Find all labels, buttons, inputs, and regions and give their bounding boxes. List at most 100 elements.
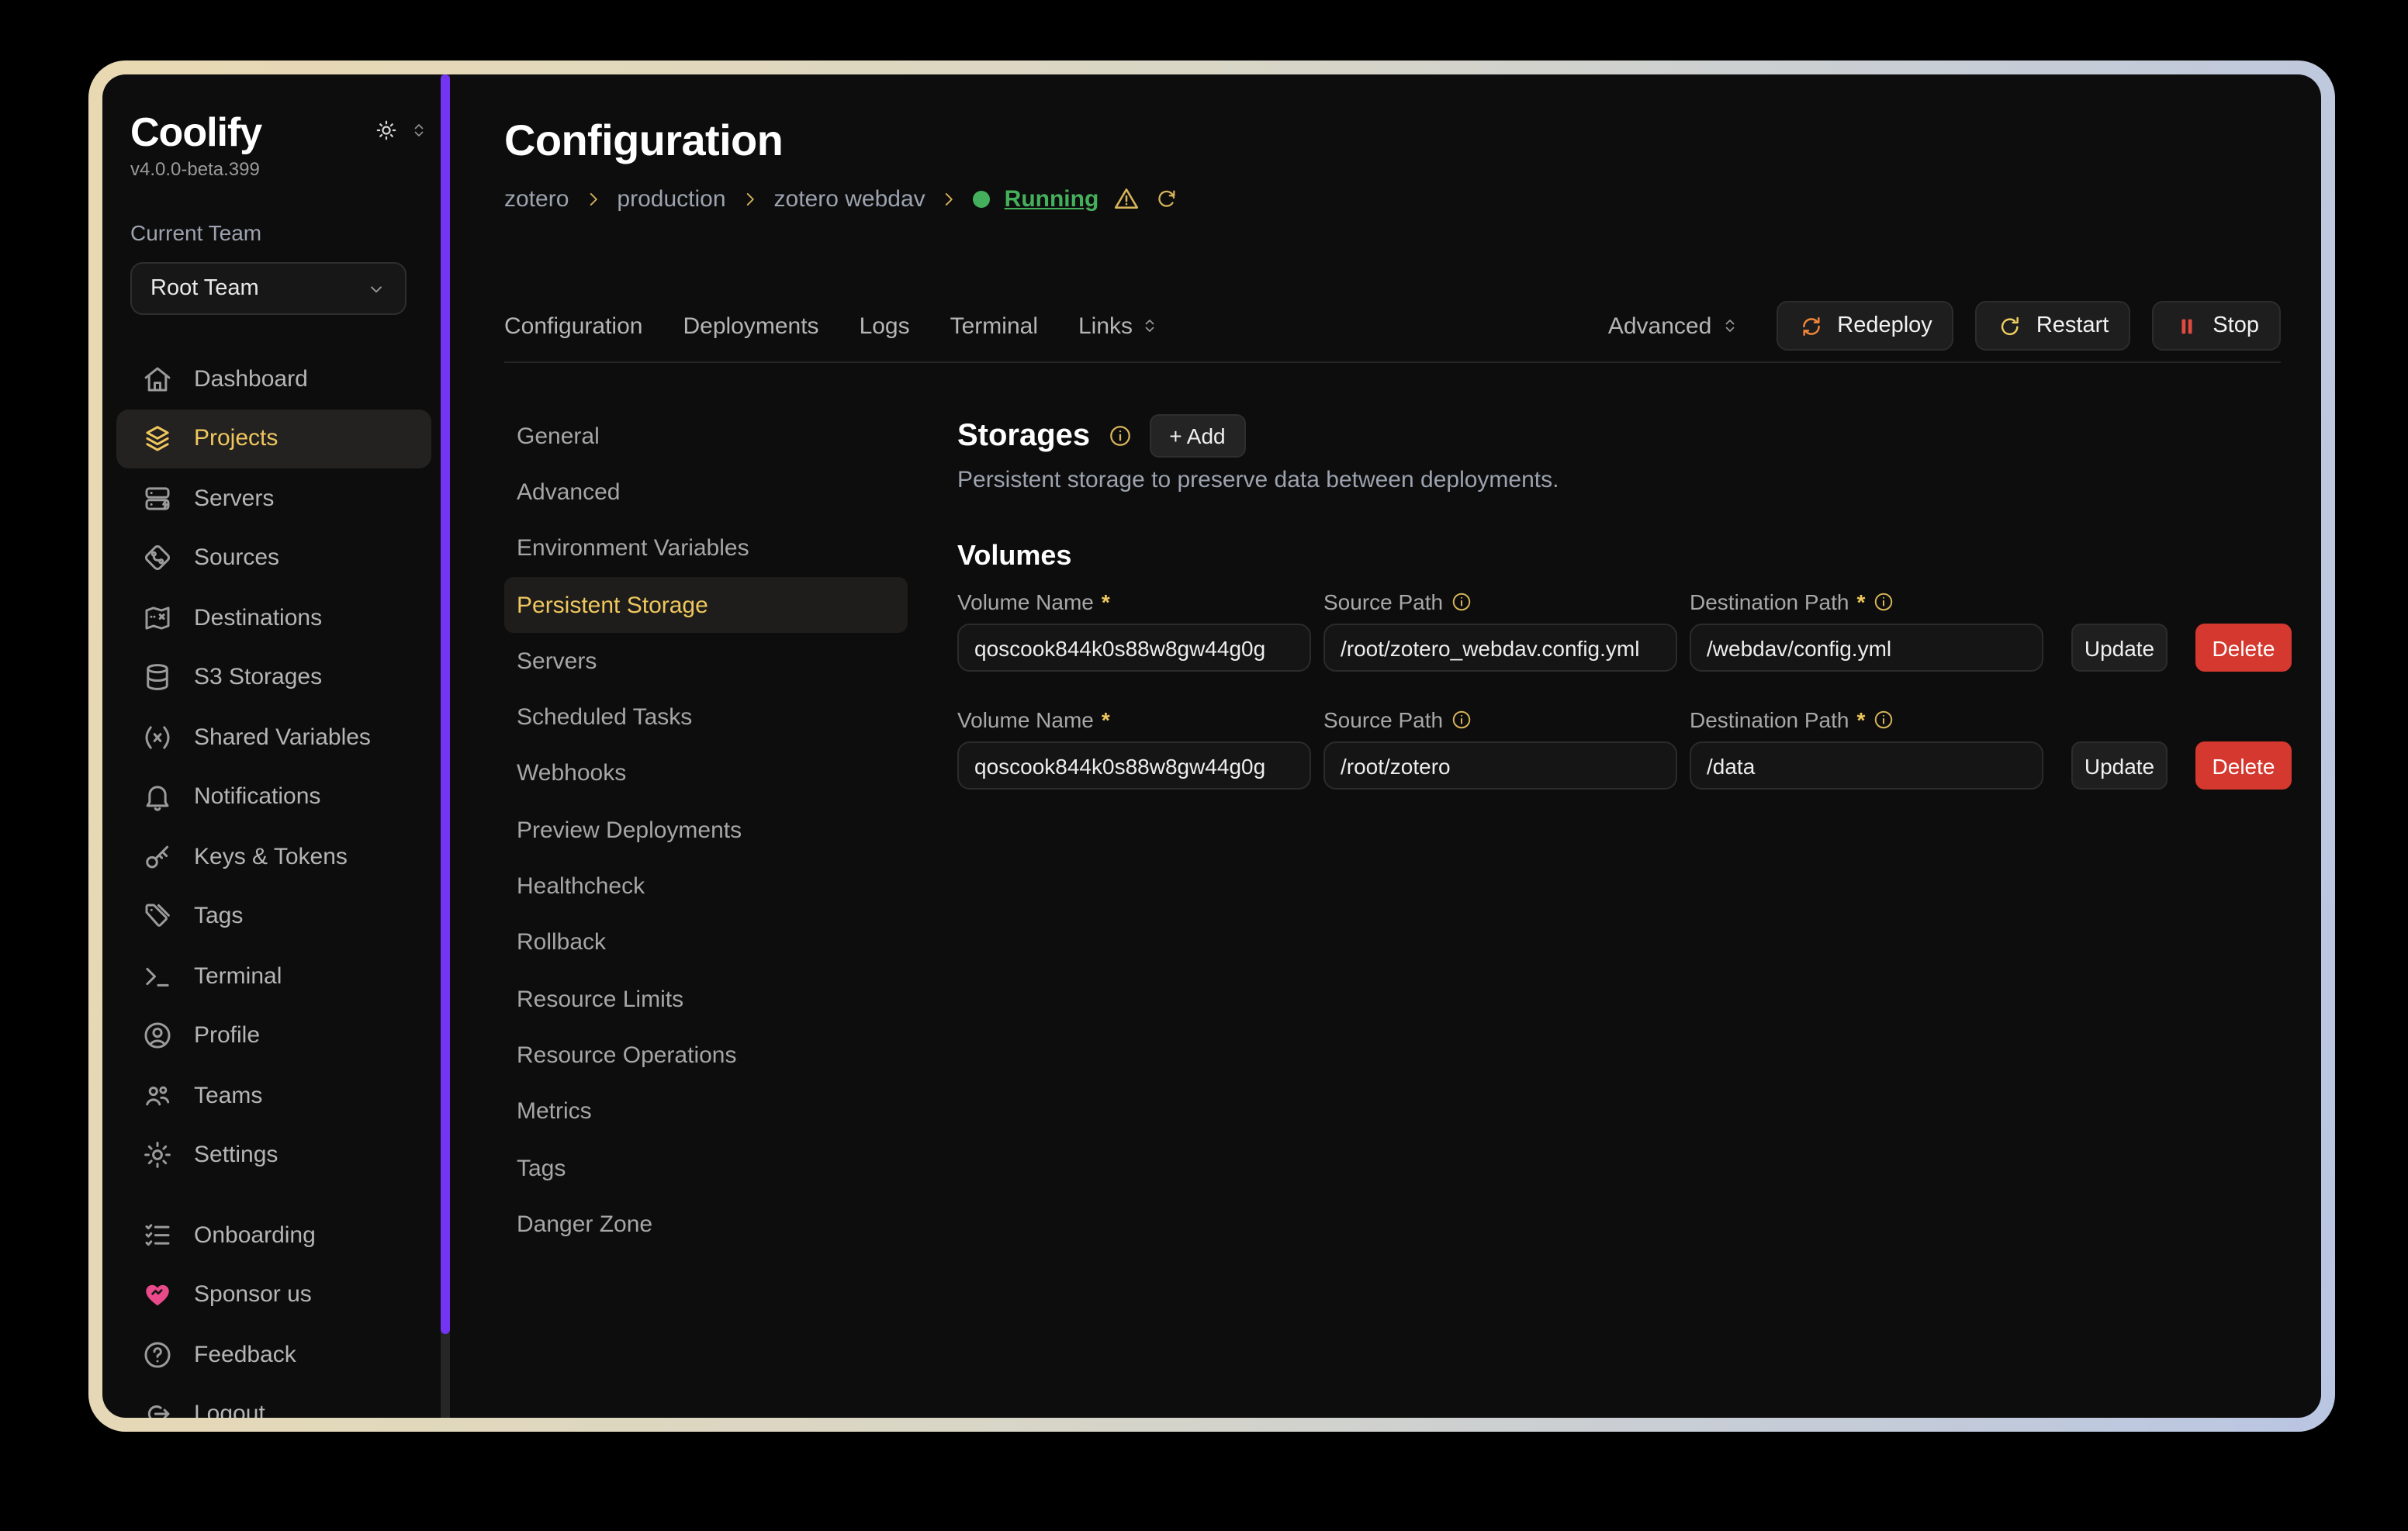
subnav-item-healthcheck[interactable]: Healthcheck	[504, 859, 908, 915]
info-icon[interactable]	[1873, 591, 1894, 613]
redeploy-button[interactable]: Redeploy	[1777, 301, 1954, 351]
caret-updown-icon	[1721, 316, 1739, 335]
sidebar-item-feedback[interactable]: Feedback	[116, 1325, 431, 1384]
tab-configuration[interactable]: Configuration	[504, 313, 642, 339]
sources-icon	[141, 542, 174, 575]
team-select[interactable]: Root Team	[130, 262, 407, 315]
subnav-item-servers[interactable]: Servers	[504, 633, 908, 689]
subnav-item-rollback[interactable]: Rollback	[504, 914, 908, 971]
destination-path-field: Destination Path*	[1690, 706, 2043, 790]
tab-deployments[interactable]: Deployments	[683, 313, 818, 339]
volume-row: Volume Name*Source PathDestination Path*…	[957, 706, 2281, 790]
breadcrumb-item[interactable]: zotero webdav	[774, 185, 925, 212]
sidebar-item-label: Keys & Tokens	[194, 844, 348, 870]
required-asterisk: *	[1102, 589, 1110, 614]
profile-icon	[141, 1020, 174, 1052]
subnav-item-environment-variables[interactable]: Environment Variables	[504, 520, 908, 577]
info-icon[interactable]	[1451, 709, 1472, 731]
info-icon[interactable]	[1107, 423, 1132, 448]
storage-section: Storages + Add Persistent storage to pre…	[957, 408, 2281, 790]
sidebar-item-shared-variables[interactable]: Shared Variables	[116, 707, 431, 767]
subnav-item-metrics[interactable]: Metrics	[504, 1083, 908, 1140]
volume-row: Volume Name*Source PathDestination Path*…	[957, 588, 2281, 672]
sidebar-item-sources[interactable]: Sources	[116, 528, 431, 588]
chevron-right-icon	[583, 188, 603, 209]
team-select-value: Root Team	[150, 276, 259, 301]
sidebar-item-servers[interactable]: Servers	[116, 468, 431, 528]
status-running-link[interactable]: Running	[1005, 185, 1099, 212]
restart-button[interactable]: Restart	[1976, 301, 2131, 351]
bell-icon	[141, 781, 174, 814]
delete-volume-button[interactable]: Delete	[2195, 741, 2292, 790]
breadcrumb: zotero production zotero webdav Running	[504, 183, 2281, 214]
s3-icon	[141, 662, 174, 694]
volume-name-field: Volume Name *	[957, 588, 1311, 672]
subnav-item-resource-limits[interactable]: Resource Limits	[504, 971, 908, 1028]
subnav-item-danger-zone[interactable]: Danger Zone	[504, 1196, 908, 1253]
desktop: Coolify v4.0.0-beta.399 Current Team Roo…	[0, 0, 2408, 1531]
sidebar-item-projects[interactable]: Projects	[116, 409, 431, 468]
sidebar: Coolify v4.0.0-beta.399 Current Team Roo…	[102, 74, 450, 1418]
sidebar-item-teams[interactable]: Teams	[116, 1066, 431, 1125]
subnav-item-general[interactable]: General	[504, 408, 908, 465]
sidebar-scrollbar-track[interactable]	[441, 74, 450, 1418]
subnav-item-tags[interactable]: Tags	[504, 1140, 908, 1197]
sidebar-item-s3-storages[interactable]: S3 Storages	[116, 648, 431, 707]
tab-logs[interactable]: Logs	[860, 313, 910, 339]
destination-path-input[interactable]	[1690, 624, 2043, 672]
onboarding-icon	[141, 1219, 174, 1252]
stop-button[interactable]: Stop	[2152, 301, 2281, 351]
subnav-item-persistent-storage[interactable]: Persistent Storage	[504, 577, 908, 634]
subnav-item-advanced[interactable]: Advanced	[504, 465, 908, 521]
redeploy-icon	[1798, 313, 1825, 339]
sidebar-item-keys-tokens[interactable]: Keys & Tokens	[116, 827, 431, 886]
breadcrumb-item[interactable]: zotero	[504, 185, 569, 212]
required-asterisk: *	[1856, 707, 1865, 732]
sidebar-item-label: Profile	[194, 1023, 260, 1049]
sidebar-item-label: Projects	[194, 426, 278, 452]
info-icon[interactable]	[1873, 709, 1894, 731]
sidebar-item-settings[interactable]: Settings	[116, 1125, 431, 1185]
tab-links[interactable]: Links	[1078, 313, 1159, 339]
tab-terminal[interactable]: Terminal	[950, 313, 1038, 339]
volume-name-input[interactable]	[957, 741, 1311, 790]
sidebar-item-onboarding[interactable]: Onboarding	[116, 1205, 431, 1265]
info-icon[interactable]	[1451, 591, 1472, 613]
subnav-item-resource-operations[interactable]: Resource Operations	[504, 1028, 908, 1084]
warning-icon	[1112, 185, 1140, 213]
volume-name-input[interactable]	[957, 624, 1311, 672]
sidebar-item-tags[interactable]: Tags	[116, 886, 431, 946]
update-volume-button[interactable]: Update	[2071, 624, 2168, 672]
destination-path-input[interactable]	[1690, 741, 2043, 790]
app-version: v4.0.0-beta.399	[130, 158, 428, 183]
subnav-item-webhooks[interactable]: Webhooks	[504, 746, 908, 803]
chevron-right-icon	[939, 188, 960, 209]
sidebar-item-destinations[interactable]: Destinations	[116, 588, 431, 648]
sidebar-item-profile[interactable]: Profile	[116, 1006, 431, 1066]
sidebar-item-label: Tags	[194, 904, 243, 930]
sidebar-item-notifications[interactable]: Notifications	[116, 767, 431, 827]
update-volume-button[interactable]: Update	[2071, 741, 2168, 790]
source-path-input[interactable]	[1323, 741, 1677, 790]
sidebar-item-logout[interactable]: Logout	[116, 1384, 431, 1418]
storages-title: Storages	[957, 418, 1090, 454]
subnav-item-preview-deployments[interactable]: Preview Deployments	[504, 802, 908, 859]
refresh-status-icon[interactable]	[1154, 186, 1179, 211]
breadcrumb-item[interactable]: production	[617, 185, 725, 212]
volume-name-label: Volume Name	[957, 589, 1094, 614]
configuration-content: GeneralAdvancedEnvironment VariablesPers…	[504, 363, 2281, 1253]
sidebar-scrollbar-thumb[interactable]	[441, 74, 450, 1335]
restart-icon	[1998, 313, 2024, 339]
advanced-menu[interactable]: Advanced	[1608, 313, 1739, 339]
sidebar-item-terminal[interactable]: Terminal	[116, 946, 431, 1006]
subnav-item-scheduled-tasks[interactable]: Scheduled Tasks	[504, 689, 908, 746]
sidebar-item-sponsor-us[interactable]: Sponsor us	[116, 1265, 431, 1325]
theme-toggle[interactable]	[374, 118, 428, 143]
sidebar-item-label: Logout	[194, 1401, 265, 1419]
sidebar-item-dashboard[interactable]: Dashboard	[116, 349, 431, 409]
layers-icon	[141, 423, 174, 455]
add-storage-button[interactable]: + Add	[1149, 414, 1245, 458]
sidebar-item-label: Servers	[194, 486, 274, 512]
source-path-input[interactable]	[1323, 624, 1677, 672]
delete-volume-button[interactable]: Delete	[2195, 624, 2292, 672]
